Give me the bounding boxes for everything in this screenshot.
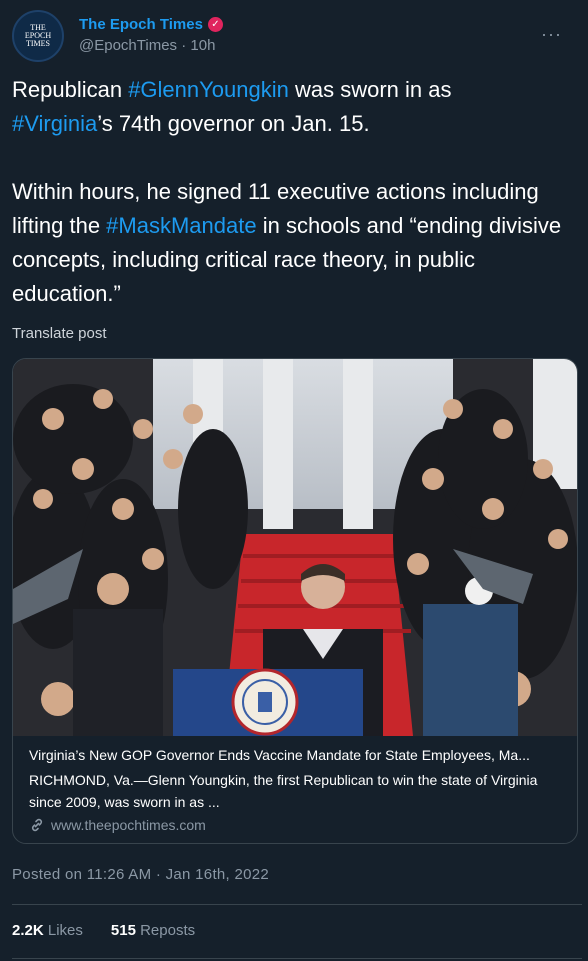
card-domain-text: www.theepochtimes.com	[51, 817, 206, 833]
post-header: THE EPOCH TIMES The Epoch Times ✓ @Epoch…	[12, 10, 576, 62]
reposts-count: 515	[110, 922, 136, 939]
divider	[12, 958, 582, 959]
hashtag-link[interactable]: #MaskMandate	[106, 213, 256, 238]
article-image	[13, 359, 577, 736]
avatar[interactable]: THE EPOCH TIMES	[12, 10, 64, 62]
likes-stat[interactable]: 2.2K Likes	[12, 922, 83, 939]
reposts-label: Reposts	[140, 922, 196, 939]
author-handle[interactable]: @EpochTimes	[79, 37, 177, 54]
hashtag-link[interactable]: #Virginia	[12, 111, 97, 136]
author-display-name[interactable]: The Epoch Times	[79, 16, 203, 33]
post-text: Republican #GlennYoungkin was sworn in a…	[12, 73, 572, 311]
post-text-segment: ’s 74th governor on Jan. 15.	[97, 111, 370, 136]
verified-badge-icon: ✓	[207, 17, 223, 32]
divider	[12, 904, 582, 905]
card-description: RICHMOND, Va.—Glenn Youngkin, the first …	[29, 772, 538, 810]
meta-separator: ·	[181, 37, 191, 54]
card-title[interactable]: Virginia’s New GOP Governor Ends Vaccine…	[29, 747, 564, 763]
likes-count: 2.2K	[12, 922, 44, 939]
reposts-stat[interactable]: 515 Reposts	[111, 922, 195, 939]
post-timestamp[interactable]: Posted on 11:26 AM · Jan 16th, 2022	[12, 866, 269, 883]
more-options-icon[interactable]: ···	[541, 24, 562, 45]
avatar-text-line: TIMES	[26, 39, 50, 48]
card-domain[interactable]: www.theepochtimes.com	[29, 817, 206, 833]
translate-post-link[interactable]: Translate post	[12, 325, 107, 342]
post-time-ago[interactable]: 10h	[190, 37, 215, 54]
post-stats: 2.2K Likes 515 Reposts	[12, 922, 195, 939]
hashtag-link[interactable]: #GlennYoungkin	[128, 77, 289, 102]
link-preview-card[interactable]: Virginia’s New GOP Governor Ends Vaccine…	[12, 358, 578, 844]
link-icon	[31, 818, 43, 832]
author-info: The Epoch Times ✓ @EpochTimes · 10h	[79, 16, 223, 54]
post-text-segment: was sworn in as	[288, 77, 452, 102]
post-text-segment: Republican	[12, 77, 129, 102]
likes-label: Likes	[47, 922, 83, 939]
